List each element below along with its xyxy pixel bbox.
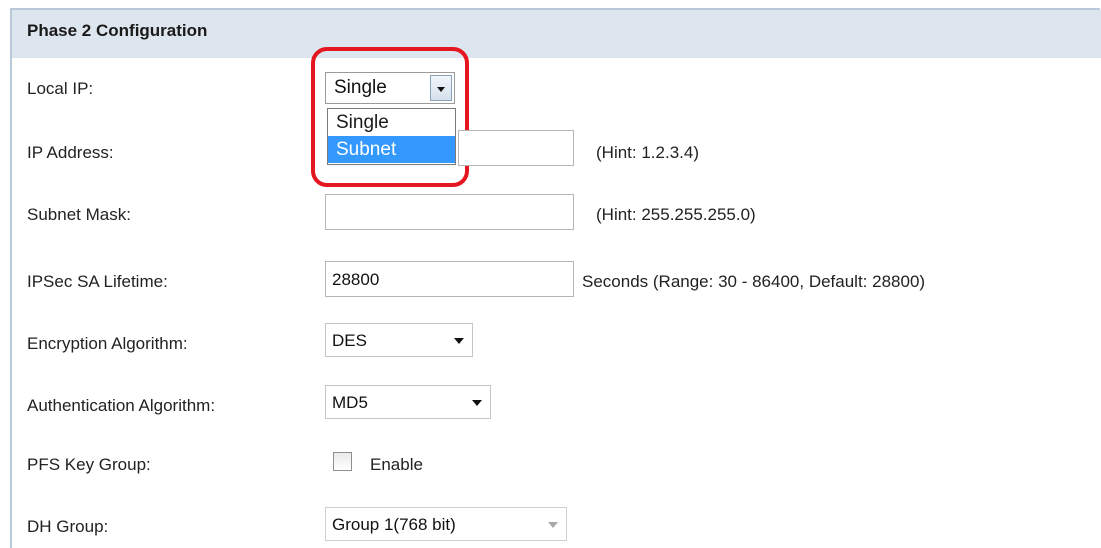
pfs-enable-label: Enable — [370, 455, 423, 474]
subnet-mask-label: Subnet Mask: — [27, 205, 131, 224]
chevron-down-icon — [548, 522, 558, 528]
encryption-algorithm-select[interactable]: DES — [325, 323, 473, 357]
encryption-algorithm-value: DES — [332, 331, 367, 350]
authentication-algorithm-label: Authentication Algorithm: — [27, 396, 216, 415]
section-title: Phase 2 Configuration — [27, 21, 208, 40]
subnet-mask-input[interactable] — [325, 194, 574, 230]
dh-group-label: DH Group: — [27, 517, 109, 536]
ipsec-sa-lifetime-label: IPSec SA Lifetime: — [27, 272, 168, 291]
chevron-down-icon — [472, 400, 482, 406]
authentication-algorithm-select[interactable]: MD5 — [325, 385, 491, 419]
ip-address-hint: (Hint: 1.2.3.4) — [596, 143, 699, 162]
local-ip-label: Local IP: — [27, 79, 94, 98]
dh-group-select[interactable]: Group 1(768 bit) — [325, 507, 567, 541]
pfs-key-group-label: PFS Key Group: — [27, 455, 151, 474]
subnet-mask-hint: (Hint: 255.255.255.0) — [596, 205, 756, 224]
red-highlight-callout — [311, 47, 469, 187]
ip-address-input[interactable] — [458, 130, 574, 166]
dh-group-value: Group 1(768 bit) — [332, 515, 456, 534]
authentication-algorithm-value: MD5 — [332, 393, 368, 412]
pfs-enable-checkbox[interactable] — [333, 452, 352, 471]
encryption-algorithm-label: Encryption Algorithm: — [27, 334, 188, 353]
chevron-down-icon — [454, 338, 464, 344]
ipsec-sa-lifetime-hint: Seconds (Range: 30 - 86400, Default: 288… — [582, 272, 926, 291]
ip-address-label: IP Address: — [27, 143, 114, 162]
ipsec-sa-lifetime-input[interactable]: 28800 — [325, 261, 574, 297]
